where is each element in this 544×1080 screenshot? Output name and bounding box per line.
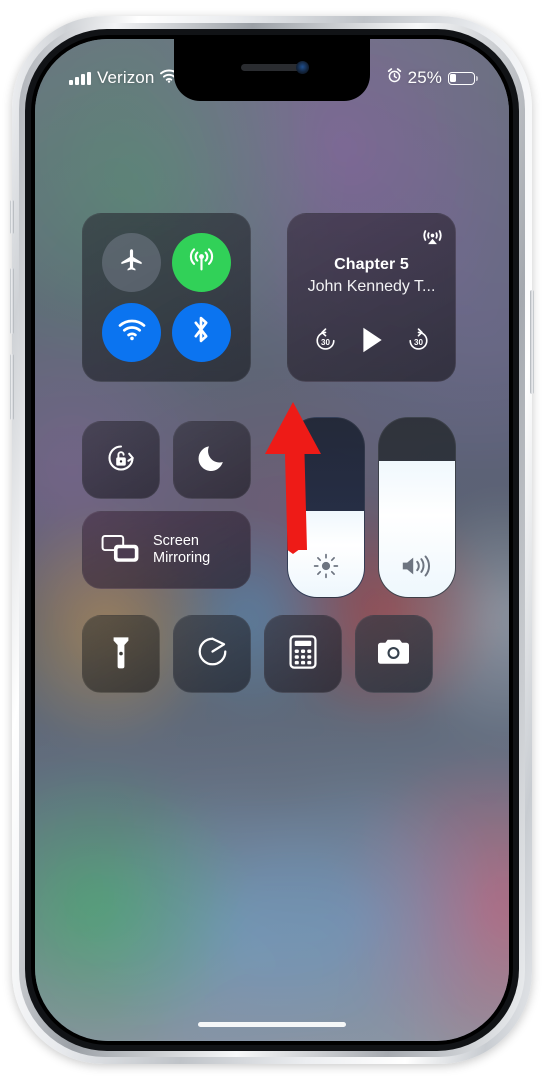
screenshot-stage: Verizon 25% Chapter 5 John Kennedy T... … [0,0,544,1080]
screen-mirroring-button[interactable]: Screen Mirroring [82,511,251,589]
cellular-antenna-icon [187,246,216,280]
svg-text:30: 30 [321,337,330,346]
timer-button[interactable] [173,615,251,693]
control-center: Chapter 5 John Kennedy T... 30 30 Screen… [35,39,509,1041]
rotation-lock-icon [101,438,141,483]
media-artist: John Kennedy T... [307,278,436,295]
flashlight-icon [106,635,136,674]
screen-mirroring-label-line2: Mirroring [153,550,211,566]
do-not-disturb-toggle[interactable] [173,421,251,499]
screen-mirroring-label: Screen Mirroring [153,533,210,567]
camera-button[interactable] [355,615,433,693]
status-bar-left: Verizon [69,68,179,88]
brightness-slider[interactable] [287,417,365,598]
battery-percent-label: 25% [407,68,442,87]
moon-icon [196,441,229,479]
rotation-lock-toggle[interactable] [82,421,160,499]
play-icon[interactable] [359,326,385,359]
now-playing-module[interactable]: Chapter 5 John Kennedy T... 30 30 [287,213,456,382]
carrier-label: Verizon [97,68,155,87]
airplane-icon [118,247,145,279]
status-bar-right: 25% [387,68,478,88]
notch [174,39,370,101]
wifi-toggle[interactable] [102,302,162,362]
svg-text:30: 30 [414,337,423,346]
phone-screen: Verizon 25% Chapter 5 John Kennedy T... … [35,39,509,1041]
airplay-audio-icon[interactable] [421,224,444,247]
timer-icon [196,635,229,673]
bluetooth-toggle[interactable] [171,302,231,362]
camera-icon [376,637,412,672]
calculator-button[interactable] [264,615,342,693]
speaker-waves-icon [379,551,455,581]
volume-slider[interactable] [378,417,456,598]
volume-up-button[interactable] [10,268,14,334]
earpiece-speaker-icon [241,64,303,71]
power-button[interactable] [530,290,534,394]
wifi-icon [118,319,146,346]
calculator-icon [289,634,317,674]
alarm-clock-icon [387,68,402,88]
volume-down-button[interactable] [10,354,14,420]
cellular-bars-icon [69,71,91,85]
front-camera-icon [296,61,309,74]
connectivity-module [82,213,251,382]
screen-mirroring-icon [101,533,139,568]
skip-forward-30-button[interactable]: 30 [406,327,431,358]
brightness-sun-icon [288,551,364,581]
silent-switch-button[interactable] [10,200,14,234]
battery-icon [448,71,478,85]
skip-back-30-button[interactable]: 30 [313,327,338,358]
flashlight-button[interactable] [82,615,160,693]
media-controls: 30 30 [288,326,455,359]
screen-mirroring-label-line1: Screen [153,533,199,549]
media-title: Chapter 5 [334,256,409,273]
bluetooth-icon [191,315,211,349]
cellular-data-toggle[interactable] [171,233,231,293]
home-indicator-bar[interactable] [198,1022,346,1027]
airplane-mode-toggle[interactable] [102,233,162,293]
